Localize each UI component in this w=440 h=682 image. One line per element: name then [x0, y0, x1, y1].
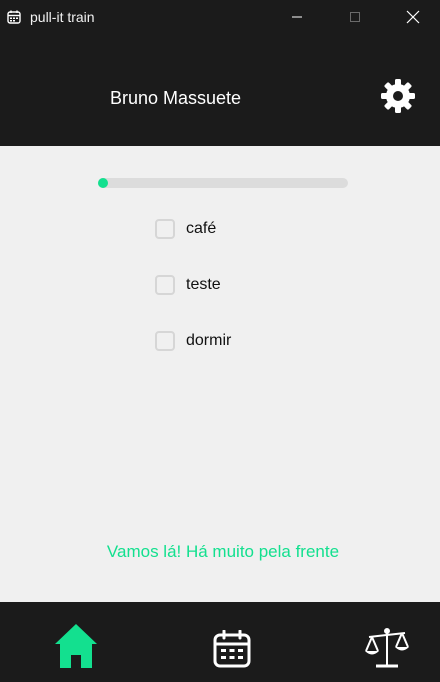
motivation-message: Vamos lá! Há muito pela frente — [106, 542, 340, 561]
task-label: café — [186, 220, 217, 237]
task-checkbox[interactable] — [155, 331, 175, 351]
close-icon — [406, 10, 420, 24]
bottom-nav — [0, 602, 440, 682]
scale-icon[interactable] — [364, 627, 410, 669]
calendar-app-icon — [7, 10, 21, 24]
progress-bar — [98, 178, 348, 188]
minimize-icon — [292, 16, 302, 18]
task-checkbox[interactable] — [155, 219, 175, 239]
maximize-icon — [350, 12, 360, 22]
home-icon[interactable] — [53, 622, 99, 670]
main-content: café teste dormir Vamos lá! Há muito pel… — [0, 146, 440, 602]
title-bar: pull-it train — [0, 0, 440, 34]
minimize-button[interactable] — [268, 0, 326, 34]
maximize-button[interactable] — [326, 0, 384, 34]
task-label: teste — [186, 276, 221, 293]
progress-fill — [98, 178, 108, 188]
close-button[interactable] — [384, 0, 440, 34]
user-name: Bruno Massuete — [110, 88, 242, 108]
window-title: pull-it train — [30, 9, 95, 25]
task-checkbox[interactable] — [155, 275, 175, 295]
task-label: dormir — [186, 332, 232, 349]
gear-icon[interactable] — [380, 78, 416, 114]
profile-header: Bruno Massuete — [0, 34, 440, 146]
task-item[interactable]: teste — [155, 273, 221, 297]
task-item[interactable]: dormir — [155, 329, 231, 353]
task-item[interactable]: café — [155, 217, 216, 241]
calendar-icon[interactable] — [213, 630, 251, 668]
